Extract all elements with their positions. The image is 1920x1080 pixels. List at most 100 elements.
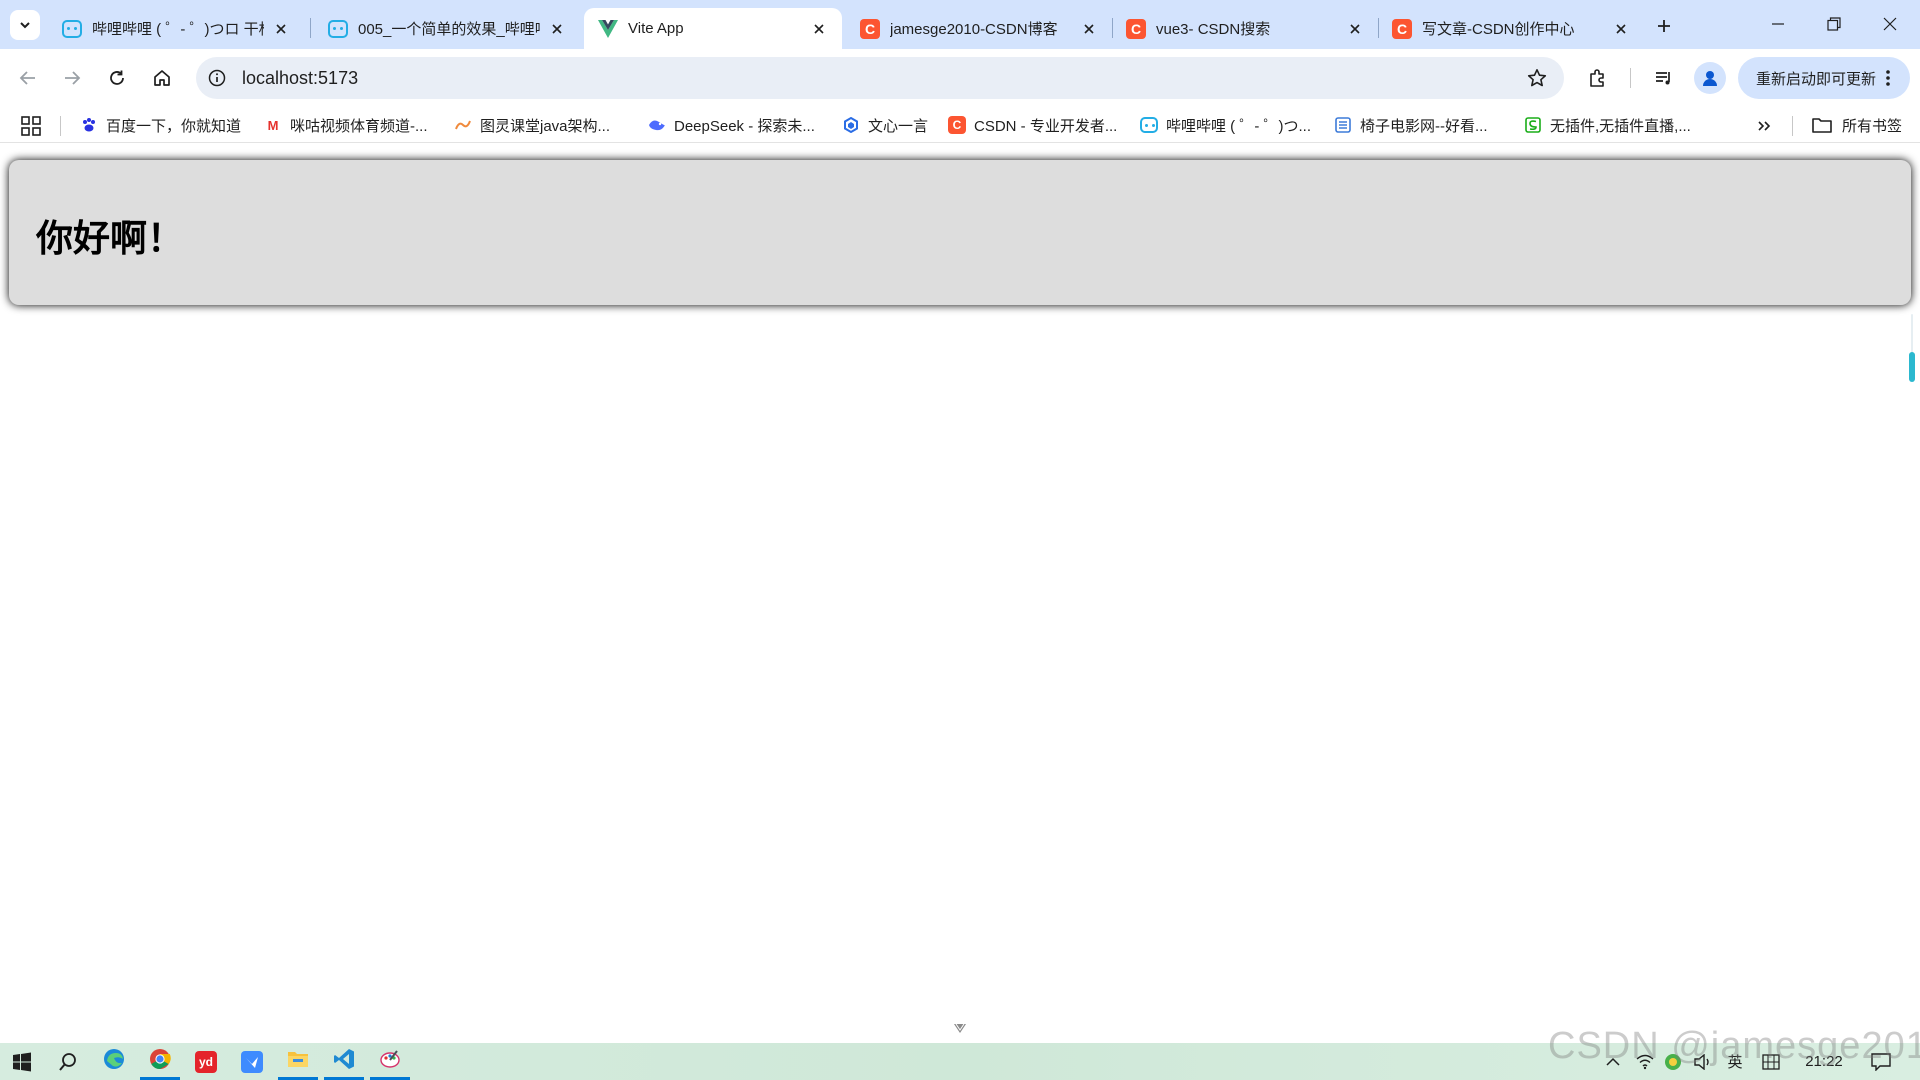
home-button[interactable] xyxy=(144,60,180,96)
tab-search-button[interactable] xyxy=(10,10,40,40)
restore-button[interactable] xyxy=(1814,6,1854,42)
tab-csdn-blog[interactable]: C jamesge2010-CSDN博客 xyxy=(846,8,1112,49)
media-button[interactable] xyxy=(1646,60,1682,96)
plus-icon xyxy=(1658,20,1670,32)
taskbar-chrome[interactable] xyxy=(138,1043,182,1080)
bookmark-label: 椅子电影网--好看... xyxy=(1360,117,1488,135)
taskbar-paint[interactable] xyxy=(368,1043,412,1080)
chevron-down-icon xyxy=(954,1023,966,1033)
close-window-button[interactable] xyxy=(1870,6,1910,42)
profile-avatar[interactable] xyxy=(1694,62,1726,94)
vscode-icon xyxy=(333,1048,355,1075)
taskbar-edge[interactable] xyxy=(92,1043,136,1080)
tab-vite-app[interactable]: Vite App xyxy=(584,8,842,49)
file-explorer-icon xyxy=(287,1049,309,1074)
taskbar-lark[interactable] xyxy=(230,1043,274,1080)
close-icon[interactable] xyxy=(808,18,830,40)
tab-csdn-search[interactable]: C vue3- CSDN搜索 xyxy=(1112,8,1378,49)
address-bar[interactable]: localhost:5173 xyxy=(196,57,1564,99)
relaunch-update-button[interactable]: 重新启动即可更新 xyxy=(1738,57,1910,99)
back-button[interactable] xyxy=(10,60,46,96)
bookmark-migu[interactable]: M 咪咕视频体育频道-... xyxy=(264,113,428,137)
csdn-icon: C xyxy=(1392,18,1412,39)
minimize-button[interactable] xyxy=(1758,6,1798,42)
media-queue-icon xyxy=(1656,72,1670,85)
bookmarks-divider xyxy=(60,116,61,136)
bookmark-wenxin[interactable]: 文心一言 xyxy=(842,113,928,137)
minimize-icon xyxy=(1772,23,1784,25)
bookmark-label: CSDN - 专业开发者... xyxy=(974,117,1118,135)
close-icon[interactable] xyxy=(546,18,568,40)
folder-icon xyxy=(1812,118,1832,133)
bilibili-icon xyxy=(1140,116,1158,134)
close-icon xyxy=(1883,17,1897,31)
arrow-right-icon xyxy=(65,71,81,85)
home-icon xyxy=(154,70,170,86)
new-tab-button[interactable] xyxy=(1650,12,1678,40)
csdn-icon: C xyxy=(948,116,966,134)
side-track xyxy=(1911,314,1913,354)
more-vert-icon[interactable] xyxy=(1878,68,1898,88)
double-chevron-right-icon xyxy=(1758,121,1771,131)
csdn-icon: C xyxy=(1126,18,1146,39)
tab-bilibili-home[interactable]: 哔哩哔哩 ( ゜- ゜)つロ 干杯 xyxy=(48,8,304,49)
star-icon[interactable] xyxy=(1524,65,1550,91)
puzzle-icon xyxy=(1590,69,1604,87)
bookmark-baidu[interactable]: 百度一下，你就知道 xyxy=(80,113,241,137)
more-bookmarks-button[interactable] xyxy=(1752,114,1776,138)
taskbar-youdao[interactable]: yd xyxy=(184,1043,228,1080)
toolbar-divider xyxy=(1630,68,1631,88)
bookmark-live[interactable]: 无插件,无插件直播,... xyxy=(1524,113,1691,137)
reload-button[interactable] xyxy=(99,60,135,96)
forward-button[interactable] xyxy=(54,60,90,96)
tuling-icon xyxy=(454,116,472,134)
scroll-down-button[interactable] xyxy=(940,1016,980,1042)
start-button[interactable] xyxy=(0,1043,44,1080)
close-icon[interactable] xyxy=(1344,18,1366,40)
greeting-heading: 你好啊！ xyxy=(36,217,184,260)
paint-icon xyxy=(379,1048,401,1075)
url-text[interactable]: localhost:5173 xyxy=(242,68,358,89)
live-icon xyxy=(1524,116,1542,134)
info-icon[interactable] xyxy=(204,65,230,91)
close-icon[interactable] xyxy=(270,18,292,40)
csdn-icon: C xyxy=(860,18,880,39)
apps-grid-icon[interactable] xyxy=(20,115,42,137)
greeting-card: 你好啊！ xyxy=(9,160,1911,305)
tab-title: 哔哩哔哩 ( ゜- ゜)つロ 干杯 xyxy=(92,21,264,38)
tab-divider xyxy=(310,18,311,38)
search-icon xyxy=(59,1052,76,1071)
bookmark-bilibili[interactable]: 哔哩哔哩 ( ゜- ゜)つ... xyxy=(1140,113,1311,137)
tab-title: Vite App xyxy=(628,20,684,37)
all-bookmarks-button[interactable]: 所有书签 xyxy=(1812,113,1902,137)
taskbar-search[interactable] xyxy=(46,1043,90,1080)
bookmark-label: 百度一下，你就知道 xyxy=(106,117,242,135)
bookmark-deepseek[interactable]: DeepSeek - 探索未... xyxy=(648,113,815,137)
bookmark-movie[interactable]: 椅子电影网--好看... xyxy=(1334,113,1488,137)
wenxin-icon xyxy=(842,116,860,134)
bookmark-label: 咪咕视频体育频道-... xyxy=(290,117,428,135)
tab-bilibili-video[interactable]: 005_一个简单的效果_哔哩哔哩 xyxy=(314,8,580,49)
bookmarks-bar: 百度一下，你就知道 M 咪咕视频体育频道-... 图灵课堂java架构... D… xyxy=(0,107,1920,143)
browser-toolbar: localhost:5173 重新启动即可更新 xyxy=(0,49,1920,107)
page-viewport: 你好啊！ xyxy=(0,144,1920,1043)
start-icon xyxy=(13,1052,31,1071)
close-icon[interactable] xyxy=(1078,18,1100,40)
close-icon[interactable] xyxy=(1610,18,1632,40)
tab-csdn-editor[interactable]: C 写文章-CSDN创作中心 xyxy=(1378,8,1644,49)
taskbar-file-explorer[interactable] xyxy=(276,1043,320,1080)
migu-icon: M xyxy=(267,117,279,133)
person-icon xyxy=(1703,71,1717,86)
bookmark-csdn[interactable]: C CSDN - 专业开发者... xyxy=(948,113,1117,137)
tab-title: 005_一个简单的效果_哔哩哔哩 xyxy=(358,21,540,38)
arrow-left-icon xyxy=(19,71,35,85)
taskbar-vscode[interactable] xyxy=(322,1043,366,1080)
side-widget-handle[interactable] xyxy=(1909,352,1915,382)
chrome-icon xyxy=(149,1048,171,1075)
extensions-button[interactable] xyxy=(1580,60,1616,96)
bilibili-icon xyxy=(62,19,82,39)
vue-icon xyxy=(598,19,618,39)
bookmark-tuling[interactable]: 图灵课堂java架构... xyxy=(454,113,610,137)
deepseek-icon xyxy=(648,116,666,134)
update-label: 重新启动即可更新 xyxy=(1756,70,1877,88)
